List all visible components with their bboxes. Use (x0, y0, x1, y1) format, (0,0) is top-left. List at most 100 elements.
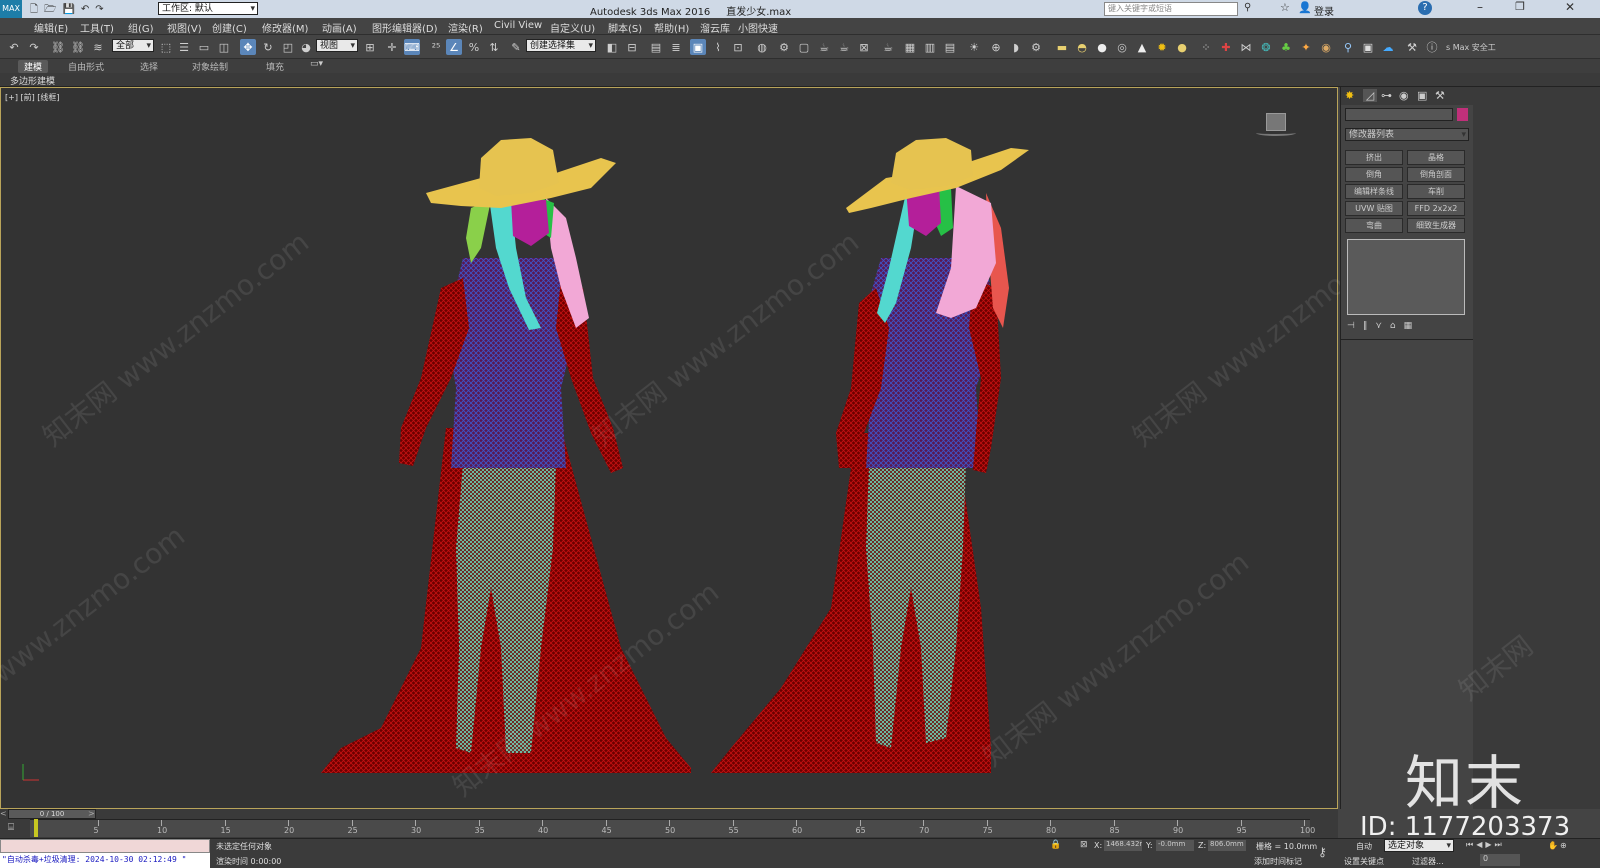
close-button[interactable]: ✕ (1540, 0, 1600, 18)
maxscript-listener[interactable] (0, 839, 210, 853)
viewport-layout-icon[interactable]: ▦ (902, 39, 918, 55)
rotate-icon[interactable]: ↻ (260, 39, 276, 55)
tab-populate[interactable]: 填充 (266, 60, 284, 73)
placement-icon[interactable]: ◕ (298, 39, 314, 55)
redo-icon[interactable]: ↷ (26, 39, 42, 55)
curve-editor-icon[interactable]: ⌇ (710, 39, 726, 55)
minimize-button[interactable]: – (1460, 0, 1500, 18)
menu-edit[interactable]: 编辑(E) (34, 20, 68, 35)
z-coord-field[interactable]: 806.0mm (1208, 840, 1246, 851)
window-crossing-icon[interactable]: ◫ (216, 39, 232, 55)
bind-spacewarp-icon[interactable]: ≋ (90, 39, 106, 55)
hair-icon[interactable]: ❂ (1258, 39, 1274, 55)
safe-tool-label[interactable]: s Max 安全工 (1446, 42, 1496, 53)
foliage-icon[interactable]: ♣ (1278, 39, 1294, 55)
edit-named-sel-icon[interactable]: ✎ (508, 39, 524, 55)
menu-quick-thumb[interactable]: 小图快速 (738, 20, 778, 35)
utilities-tab-icon[interactable]: ⚒ (1435, 89, 1445, 102)
track-bar[interactable]: 5 10 15 20 25 30 35 40 45 50 55 60 65 70 75 80 85 90 95 100 (30, 819, 1315, 837)
ribbon-options-icon[interactable]: ▭▾ (310, 59, 323, 69)
polygon-modeling-label[interactable]: 多边形建模 (10, 74, 55, 87)
geosphere-icon[interactable]: ● (1174, 39, 1190, 55)
current-frame-marker[interactable] (34, 819, 38, 837)
next-frame-icon[interactable]: > (88, 809, 95, 818)
user-icon[interactable]: 👤 (1298, 1, 1312, 14)
help-icon[interactable]: ? (1418, 1, 1432, 15)
object-name-field[interactable] (1345, 108, 1453, 121)
menu-create[interactable]: 创建(C) (212, 20, 247, 35)
lock-icon[interactable]: 🔒 (1050, 840, 1061, 850)
unlink-icon[interactable]: ⛓ (70, 39, 86, 55)
tab-modeling[interactable]: 建模 (18, 60, 49, 73)
mirror-icon[interactable]: ◧ (604, 39, 620, 55)
key-icon[interactable]: ⚷ (1318, 845, 1327, 859)
menu-cloud-lib[interactable]: 溜云库 (700, 20, 730, 35)
percent-snap-icon[interactable]: % (466, 39, 482, 55)
rect-selection-icon[interactable]: ▭ (196, 39, 212, 55)
tools-icon[interactable]: ⚒ (1404, 39, 1420, 55)
motion-tab-icon[interactable]: ◉ (1399, 89, 1409, 102)
add-time-tag[interactable]: 添加时间标记 (1254, 856, 1302, 867)
viewport-front[interactable]: [+] [前] [线框] 知末网 www.znzmo.com 知末网 www.z… (0, 87, 1405, 809)
panel-icon[interactable]: ▤ (942, 39, 958, 55)
layer-manager-icon[interactable]: ≣ (668, 39, 684, 55)
systems-icon[interactable]: ⚙ (1028, 39, 1044, 55)
schematic-view-icon[interactable]: ⊡ (730, 39, 746, 55)
menu-rendering[interactable]: 渲染(R) (448, 20, 483, 35)
abs-mode-icon[interactable]: ⊠ (1080, 840, 1088, 850)
ref-coord-dropdown[interactable]: 视图 (316, 39, 358, 52)
quick-access-icons[interactable]: 🗋🗁💾↶↷ (30, 2, 150, 16)
filters-button[interactable]: 过滤器... (1412, 856, 1444, 867)
display-tab-icon[interactable]: ▣ (1417, 89, 1427, 102)
bone-icon[interactable]: ✚ (1218, 39, 1234, 55)
time-slider[interactable]: 0 / 100 (8, 809, 96, 819)
prev-frame-icon[interactable]: < (0, 809, 7, 818)
binoculars-icon[interactable]: ⚲ (1244, 2, 1251, 13)
biped-icon[interactable]: ⋈ (1238, 39, 1254, 55)
select-manipulate-icon[interactable]: ✛ (384, 39, 400, 55)
menu-graph-editors[interactable]: 图形编辑器(D) (372, 20, 438, 35)
modifier-ffd-button[interactable]: FFD 2x2x2 (1407, 201, 1465, 216)
app-logo-icon[interactable]: MAX (0, 0, 22, 18)
girl-model-left[interactable] (321, 138, 691, 773)
current-frame-field[interactable]: 0 (1480, 854, 1520, 866)
menu-animation[interactable]: 动画(A) (322, 20, 357, 35)
set-key-button[interactable]: 设置关键点 (1344, 856, 1384, 867)
modifier-list-dropdown[interactable]: 修改器列表 (1345, 128, 1469, 141)
modify-tab-icon[interactable]: ◿ (1363, 89, 1377, 102)
menu-help[interactable]: 帮助(H) (654, 20, 689, 35)
teapot-icon[interactable]: ☕ (880, 39, 896, 55)
material-editor-icon[interactable]: ◍ (754, 39, 770, 55)
modifier-uvw-map-button[interactable]: UVW 贴图 (1345, 201, 1403, 216)
modifier-lathe-button[interactable]: 车削 (1407, 184, 1465, 199)
render-activeshade-icon[interactable]: ⊠ (856, 39, 872, 55)
object-color-swatch[interactable] (1457, 108, 1468, 121)
viewport-nav-icons[interactable]: ✋⊕ (1548, 841, 1569, 850)
scale-icon[interactable]: ◰ (280, 39, 296, 55)
undo-icon[interactable]: ↶ (6, 39, 22, 55)
dome-icon[interactable]: ◓ (1074, 39, 1090, 55)
cone-icon[interactable]: ▲ (1134, 39, 1150, 55)
modifier-bend-button[interactable]: 弯曲 (1345, 218, 1403, 233)
pivot-center-icon[interactable]: ⊞ (362, 39, 378, 55)
hierarchy-tab-icon[interactable]: ⊶ (1381, 89, 1392, 102)
x-coord-field[interactable]: 1468.432r (1104, 840, 1142, 851)
modifier-bevel-button[interactable]: 倒角 (1345, 167, 1403, 182)
selection-filter-dropdown[interactable]: 全部 (112, 39, 154, 52)
workspace-dropdown[interactable]: 工作区: 默认 (158, 2, 258, 15)
modifier-lattice-button[interactable]: 晶格 (1407, 150, 1465, 165)
link-icon[interactable]: ⛓ (50, 39, 66, 55)
modifier-stack-list[interactable] (1347, 239, 1465, 315)
snap-toggle-icon[interactable]: ²⁵ (428, 39, 444, 55)
render-cloud-icon[interactable]: ☁ (1380, 39, 1396, 55)
modifier-detail-button[interactable]: 细致生成器 (1407, 218, 1465, 233)
sphere-icon[interactable]: ● (1094, 39, 1110, 55)
script-icon[interactable]: ▣ (1360, 39, 1376, 55)
render-icon[interactable]: ☕ (816, 39, 832, 55)
select-by-name-icon[interactable]: ☰ (176, 39, 192, 55)
search-scene-icon[interactable]: ⚲ (1340, 39, 1356, 55)
maxscript-output[interactable]: "自动杀毒+垃圾清理: 2024-10-30 02:12:49 " (0, 853, 210, 868)
grid-icon[interactable]: ▥ (922, 39, 938, 55)
cloth-icon[interactable]: ◉ (1318, 39, 1334, 55)
modifier-extrude-button[interactable]: 挤出 (1345, 150, 1403, 165)
